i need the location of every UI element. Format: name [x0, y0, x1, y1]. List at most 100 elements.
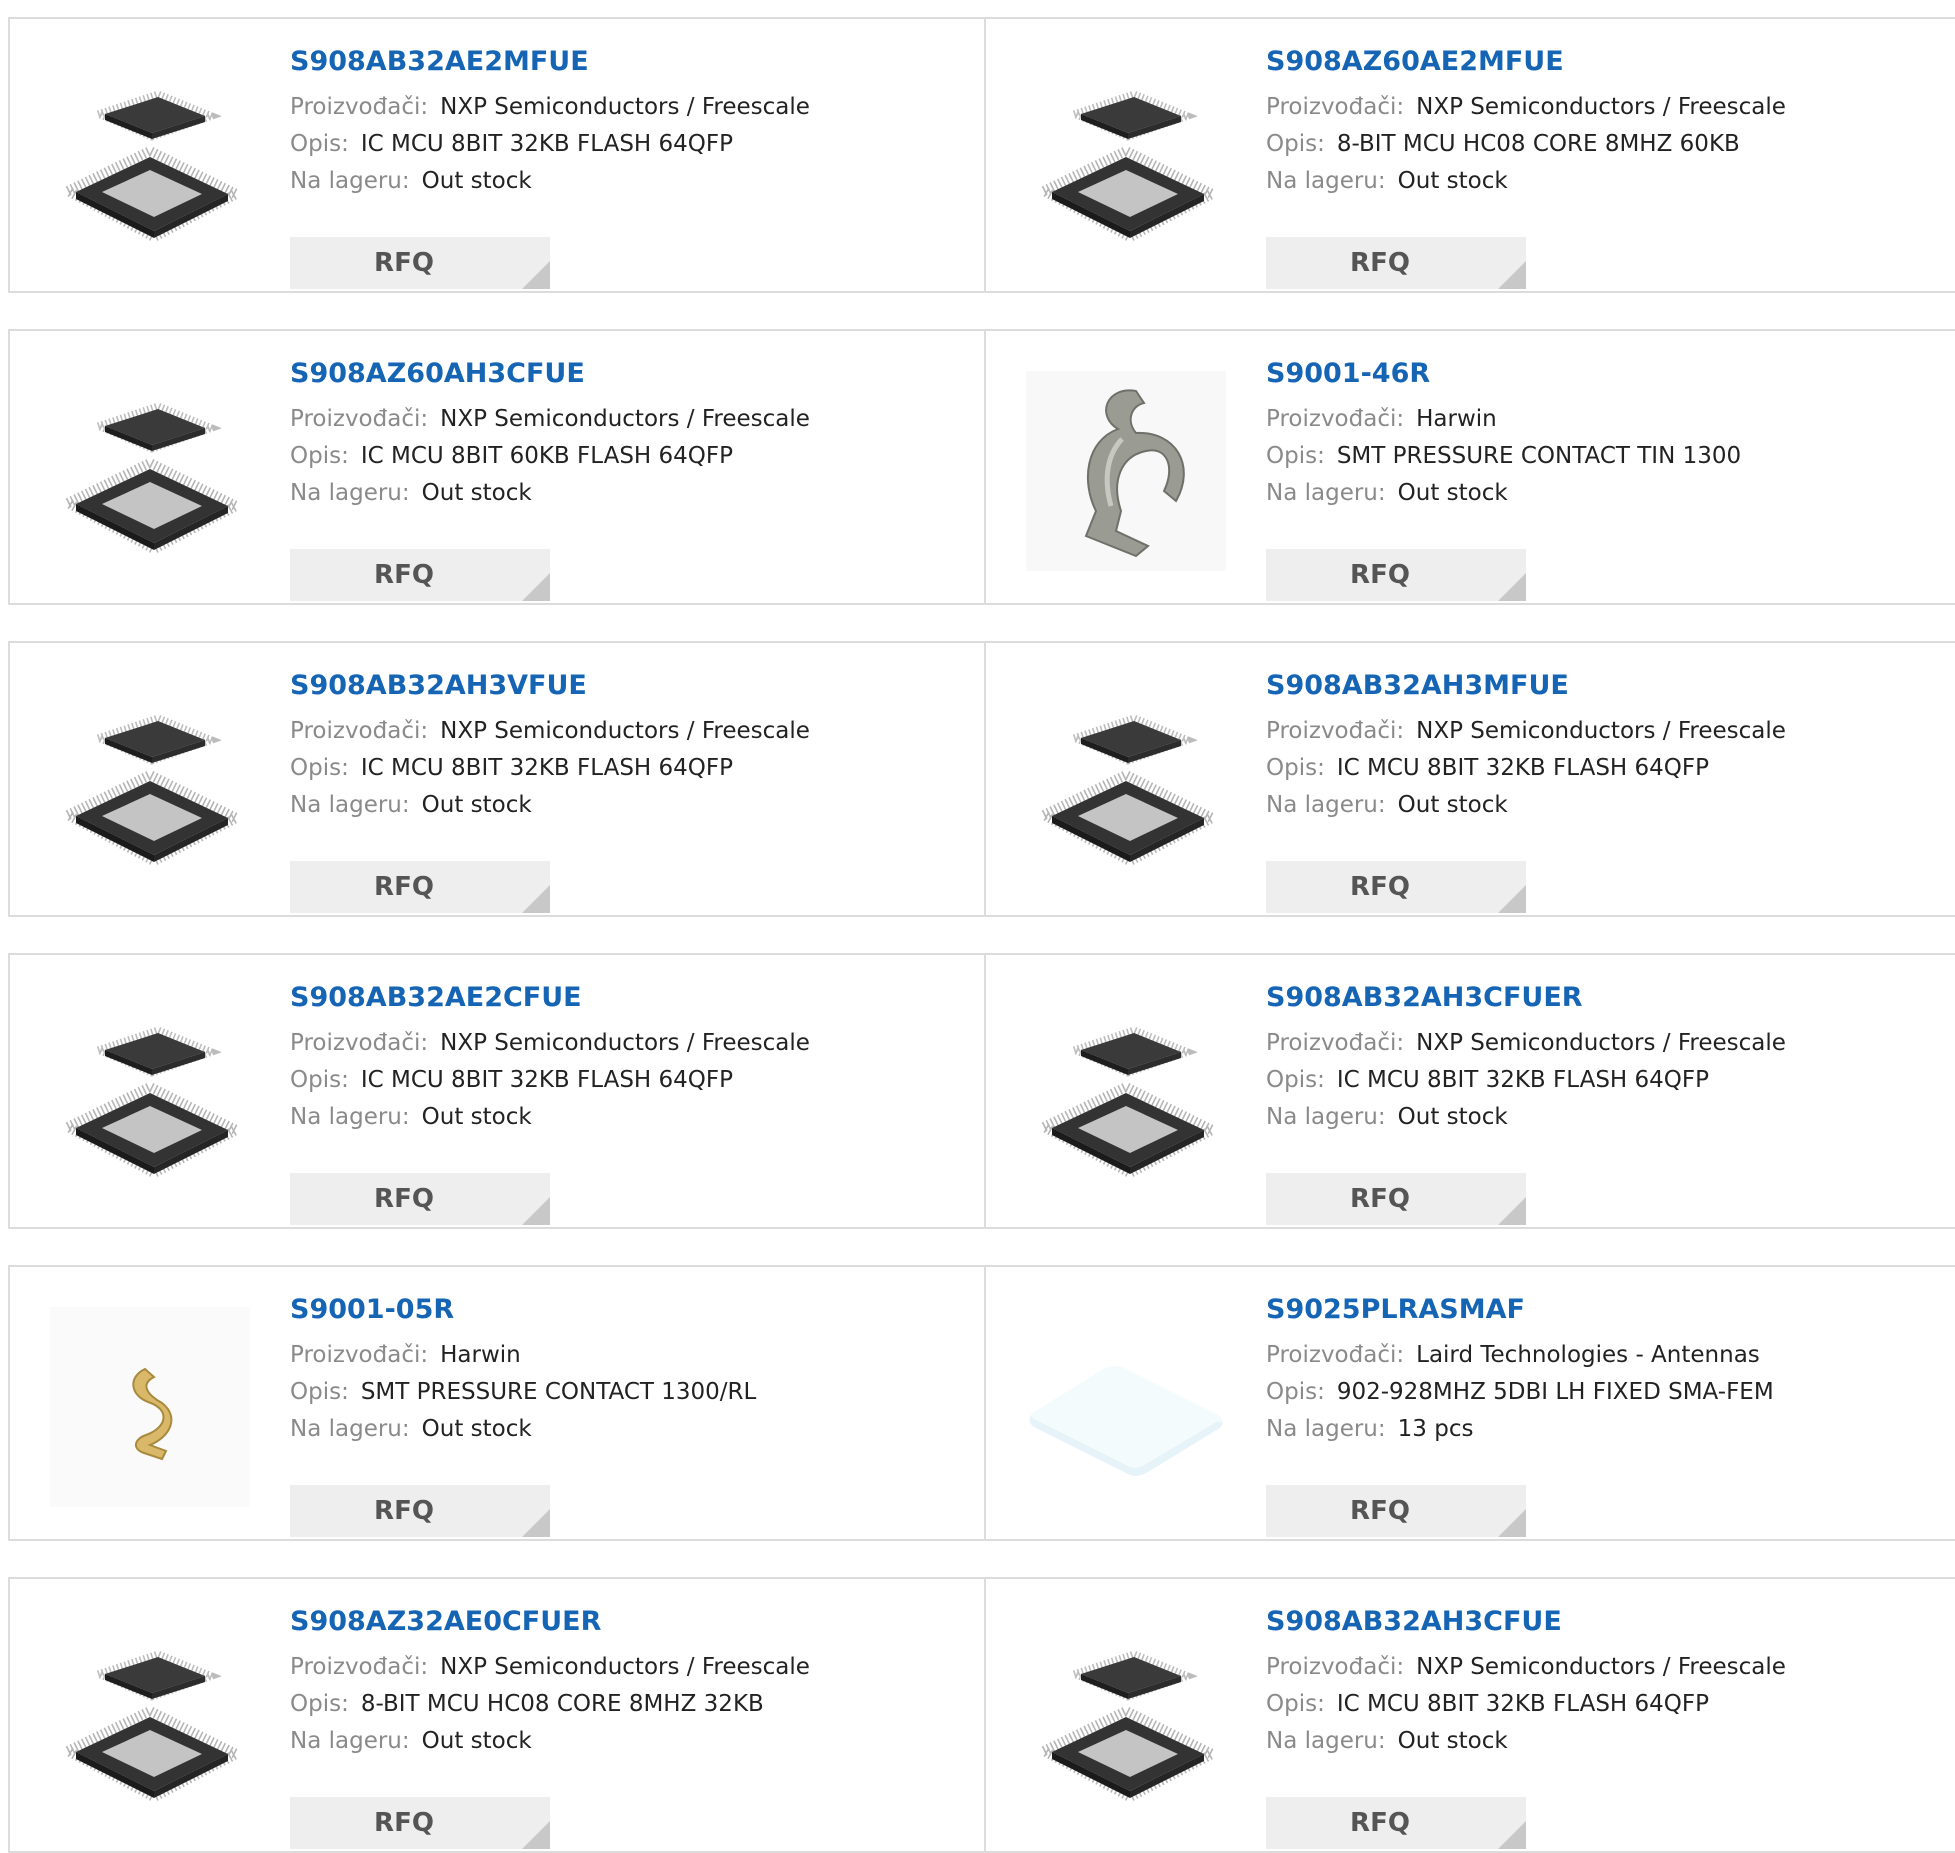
product-card: S908AB32AH3CFUE Proizvođači: NXP Semicondu…: [986, 1579, 1955, 1851]
manufacturer-line: Proizvođači: NXP Semiconductors / Freesca…: [1266, 1025, 1926, 1062]
stock-value: Out stock: [421, 1416, 532, 1442]
part-number-link[interactable]: S908AB32AH3MFUE: [1266, 669, 1926, 703]
description-label: Opis:: [1266, 131, 1325, 157]
product-row: S908AB32AE2MFUE Proizvođači: NXP Semicondu…: [8, 17, 1955, 293]
stock-label: Na lageru:: [1266, 168, 1386, 194]
stock-label: Na lageru:: [290, 480, 410, 506]
manufacturer-line: Proizvođači: NXP Semiconductors / Freesca…: [1266, 713, 1926, 750]
product-image[interactable]: [1026, 371, 1226, 571]
corner-triangle-icon: [1498, 261, 1526, 289]
stock-line: Na lageru: Out stock: [290, 1411, 950, 1448]
stock-value: Out stock: [1397, 1728, 1508, 1754]
part-number-link[interactable]: S908AB32AH3VFUE: [290, 669, 950, 703]
manufacturer-label: Proizvođači:: [1266, 1030, 1405, 1056]
rfq-button[interactable]: RFQ: [1266, 1485, 1526, 1537]
rfq-button[interactable]: RFQ: [290, 861, 550, 913]
corner-triangle-icon: [1498, 573, 1526, 601]
manufacturer-label: Proizvođači:: [1266, 406, 1405, 432]
product-image[interactable]: [50, 1619, 250, 1819]
manufacturer-value: NXP Semiconductors / Freescale: [1416, 1654, 1786, 1680]
manufacturer-line: Proizvođači: NXP Semiconductors / Freesca…: [290, 1025, 950, 1062]
part-number-link[interactable]: S908AZ60AE2MFUE: [1266, 45, 1926, 79]
description-value: IC MCU 8BIT 32KB FLASH 64QFP: [360, 131, 734, 157]
manufacturer-value: Harwin: [1416, 406, 1497, 432]
description-label: Opis:: [1266, 443, 1325, 469]
part-number-link[interactable]: S908AB32AE2CFUE: [290, 981, 950, 1015]
gold-contact-clip-icon: [50, 1307, 250, 1507]
description-value: 902-928MHZ 5DBI LH FIXED SMA-FEM: [1336, 1379, 1774, 1405]
product-image[interactable]: [1026, 683, 1226, 883]
rfq-button[interactable]: RFQ: [1266, 1797, 1526, 1849]
product-image[interactable]: [50, 59, 250, 259]
stock-value: Out stock: [421, 480, 532, 506]
product-image[interactable]: [50, 1307, 250, 1507]
part-number-link[interactable]: S908AB32AE2MFUE: [290, 45, 950, 79]
part-number-link[interactable]: S9001-46R: [1266, 357, 1926, 391]
part-number-link[interactable]: S908AB32AH3CFUE: [1266, 1605, 1926, 1639]
product-image[interactable]: [1026, 1619, 1226, 1819]
qfp-chip-icon: [57, 90, 247, 243]
rfq-button[interactable]: RFQ: [1266, 861, 1526, 913]
description-label: Opis:: [290, 1067, 349, 1093]
part-number-link[interactable]: S908AZ60AH3CFUE: [290, 357, 950, 391]
manufacturer-label: Proizvođači:: [290, 718, 429, 744]
corner-triangle-icon: [1498, 1509, 1526, 1537]
qfp-chip-icon: [57, 1026, 247, 1179]
product-image[interactable]: [50, 371, 250, 571]
description-line: Opis: 8-BIT MCU HC08 CORE 8MHZ 32KB: [290, 1686, 950, 1723]
corner-triangle-icon: [522, 885, 550, 913]
manufacturer-label: Proizvođači:: [290, 1654, 429, 1680]
stock-line: Na lageru: Out stock: [290, 475, 950, 512]
description-line: Opis: IC MCU 8BIT 32KB FLASH 64QFP: [290, 750, 950, 787]
rfq-button[interactable]: RFQ: [290, 1485, 550, 1537]
rfq-button[interactable]: RFQ: [290, 1797, 550, 1849]
description-line: Opis: 902-928MHZ 5DBI LH FIXED SMA-FEM: [1266, 1374, 1926, 1411]
manufacturer-line: Proizvođači: Laird Technologies - Antenna…: [1266, 1337, 1926, 1374]
product-image[interactable]: [50, 683, 250, 883]
product-card: S908AB32AE2MFUE Proizvođači: NXP Semicondu…: [8, 19, 986, 291]
description-label: Opis:: [290, 443, 349, 469]
product-card: S9001-46R Proizvođači: Harwin Opis: SMT PRES…: [986, 331, 1955, 603]
rfq-button[interactable]: RFQ: [290, 1173, 550, 1225]
description-line: Opis: IC MCU 8BIT 32KB FLASH 64QFP: [1266, 750, 1926, 787]
manufacturer-line: Proizvođači: NXP Semiconductors / Freesca…: [290, 89, 950, 126]
rfq-button[interactable]: RFQ: [290, 549, 550, 601]
qfp-chip-icon: [1033, 1650, 1223, 1803]
stock-value: Out stock: [1397, 1104, 1508, 1130]
rfq-button[interactable]: RFQ: [1266, 1173, 1526, 1225]
description-line: Opis: SMT PRESSURE CONTACT TIN 1300: [1266, 438, 1926, 475]
corner-triangle-icon: [1498, 1821, 1526, 1849]
rfq-button[interactable]: RFQ: [1266, 237, 1526, 289]
product-image[interactable]: [1026, 995, 1226, 1195]
part-number-link[interactable]: S908AB32AH3CFUER: [1266, 981, 1926, 1015]
product-info: S9001-05R Proizvođači: Harwin Opis: SMT PRES…: [290, 1293, 950, 1448]
rfq-label: RFQ: [1350, 1496, 1410, 1526]
rfq-label: RFQ: [1350, 1808, 1410, 1838]
product-info: S908AB32AH3VFUE Proizvođači: NXP Semicondu…: [290, 669, 950, 824]
product-info: S908AB32AE2CFUE Proizvođači: NXP Semicondu…: [290, 981, 950, 1136]
manufacturer-label: Proizvođači:: [1266, 94, 1405, 120]
product-image[interactable]: [50, 995, 250, 1195]
part-number-link[interactable]: S908AZ32AE0CFUER: [290, 1605, 950, 1639]
manufacturer-label: Proizvođači:: [1266, 718, 1405, 744]
manufacturer-label: Proizvođači:: [290, 406, 429, 432]
manufacturer-value: Laird Technologies - Antennas: [1416, 1342, 1760, 1368]
stock-label: Na lageru:: [290, 1104, 410, 1130]
rfq-button[interactable]: RFQ: [290, 237, 550, 289]
corner-triangle-icon: [1498, 885, 1526, 913]
product-info: S908AB32AH3CFUE Proizvođači: NXP Semicondu…: [1266, 1605, 1926, 1760]
description-line: Opis: SMT PRESSURE CONTACT 1300/RL: [290, 1374, 950, 1411]
stock-value: Out stock: [421, 168, 532, 194]
description-label: Opis:: [290, 1379, 349, 1405]
part-number-link[interactable]: S9001-05R: [290, 1293, 950, 1327]
product-image[interactable]: [1026, 1307, 1226, 1507]
description-label: Opis:: [1266, 755, 1325, 781]
product-image[interactable]: [1026, 59, 1226, 259]
part-number-link[interactable]: S9025PLRASMAF: [1266, 1293, 1926, 1327]
product-info: S908AZ60AH3CFUE Proizvođači: NXP Semicondu…: [290, 357, 950, 512]
rfq-button[interactable]: RFQ: [1266, 549, 1526, 601]
description-value: IC MCU 8BIT 32KB FLASH 64QFP: [360, 1067, 734, 1093]
description-line: Opis: IC MCU 8BIT 32KB FLASH 64QFP: [290, 126, 950, 163]
stock-line: Na lageru: Out stock: [290, 163, 950, 200]
description-value: IC MCU 8BIT 60KB FLASH 64QFP: [360, 443, 734, 469]
